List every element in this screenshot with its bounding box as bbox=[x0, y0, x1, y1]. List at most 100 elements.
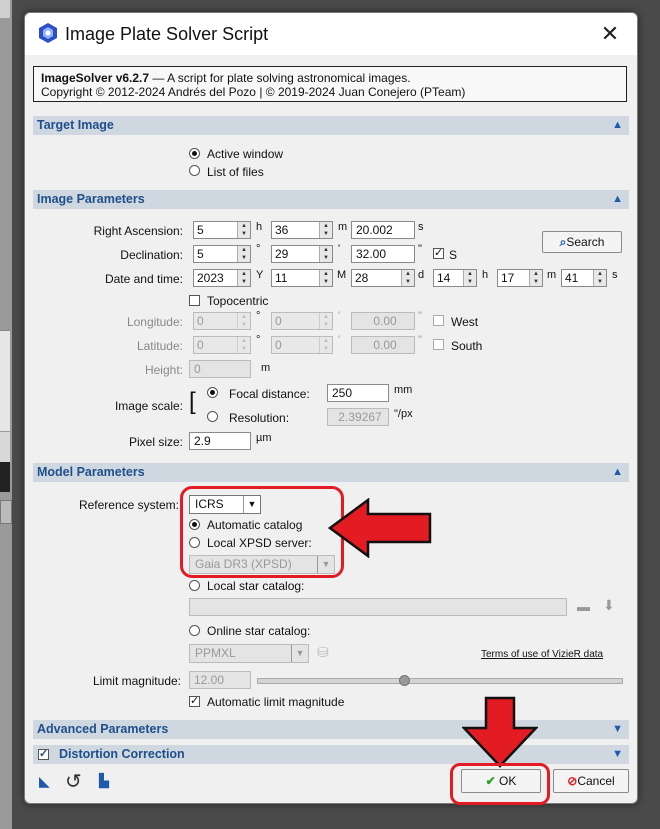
resolution-radio[interactable] bbox=[207, 411, 218, 422]
documentation-icon[interactable]: ▙ bbox=[99, 773, 109, 789]
minute-unit: m bbox=[547, 269, 557, 281]
spin-arrows-icon[interactable]: ▲ ▼ bbox=[319, 313, 332, 329]
server-icon[interactable]: ⛁ bbox=[317, 644, 329, 661]
ra-label: Right Ascension: bbox=[93, 224, 183, 238]
active-window-radio[interactable] bbox=[189, 148, 200, 159]
resolution-unit: "/px bbox=[394, 408, 413, 420]
year-unit: Y bbox=[256, 269, 264, 281]
month-unit: M bbox=[337, 269, 347, 281]
topocentric-checkbox[interactable] bbox=[189, 295, 200, 306]
dec-seconds-input[interactable]: 32.00 bbox=[351, 245, 415, 263]
section-distortion-correction[interactable]: ✓ Distortion Correction ▼ bbox=[33, 745, 629, 764]
lat-seconds-input[interactable]: 0.00 bbox=[351, 336, 415, 354]
minute-input[interactable]: 17 ▲ ▼ bbox=[497, 269, 543, 287]
spin-arrows-icon[interactable]: ▲ ▼ bbox=[463, 270, 476, 286]
limit-magnitude-label: Limit magnitude: bbox=[92, 674, 181, 688]
spin-arrows-icon[interactable]: ▲ ▼ bbox=[319, 222, 332, 238]
folder-icon[interactable]: ▬ bbox=[577, 599, 590, 614]
collapse-icon[interactable]: ▲ bbox=[612, 463, 623, 482]
limit-magnitude-slider[interactable] bbox=[257, 675, 623, 686]
ra-minutes-input[interactable]: 36 ▲ ▼ bbox=[271, 221, 333, 239]
bracket-glyph: [ bbox=[189, 388, 196, 415]
section-model-parameters[interactable]: Model Parameters ▲ bbox=[33, 463, 629, 482]
spin-arrows-icon[interactable]: ▲ ▼ bbox=[593, 270, 606, 286]
lon-seconds-input[interactable]: 0.00 bbox=[351, 312, 415, 330]
close-button[interactable]: ✕ bbox=[595, 21, 625, 47]
spin-arrows-icon[interactable]: ▲ ▼ bbox=[319, 246, 332, 262]
cancel-label: Cancel bbox=[577, 774, 615, 788]
collapse-icon[interactable]: ▲ bbox=[612, 116, 623, 135]
focal-distance-radio[interactable] bbox=[207, 387, 218, 398]
ra-seconds-input[interactable]: 20.002 bbox=[351, 221, 415, 239]
dec-degrees-input[interactable]: 5 ▲ ▼ bbox=[193, 245, 251, 263]
lat-minutes-unit: ' bbox=[338, 334, 341, 346]
spin-arrows-icon[interactable]: ▲ ▼ bbox=[529, 270, 542, 286]
spin-arrows-icon[interactable]: ▲ ▼ bbox=[237, 246, 250, 262]
vizier-terms-link[interactable]: Terms of use of VizieR data bbox=[481, 649, 603, 660]
dec-minutes-unit: ' bbox=[338, 243, 341, 255]
spin-arrows-icon[interactable]: ▲ ▼ bbox=[319, 337, 332, 353]
topocentric-label: Topocentric bbox=[207, 294, 269, 308]
list-of-files-label: List of files bbox=[207, 165, 264, 179]
local-star-catalog-path[interactable] bbox=[189, 598, 567, 616]
collapse-icon[interactable]: ▲ bbox=[612, 190, 623, 209]
ra-hours-input[interactable]: 5 ▲ ▼ bbox=[193, 221, 251, 239]
lon-minutes-input[interactable]: 0 ▲ ▼ bbox=[271, 312, 333, 330]
day-input[interactable]: 28 ▲ ▼ bbox=[351, 269, 415, 287]
online-catalog-select[interactable]: PPMXL ▼ bbox=[189, 644, 309, 663]
dec-south-checkbox[interactable]: ✓ bbox=[433, 248, 444, 259]
cancel-button[interactable]: ⊘Cancel bbox=[553, 769, 629, 793]
month-input[interactable]: 11 ▲ ▼ bbox=[271, 269, 333, 287]
focal-distance-input[interactable]: 250 bbox=[327, 384, 389, 402]
pixel-size-unit: µm bbox=[256, 432, 272, 444]
expand-icon[interactable]: ▼ bbox=[612, 745, 623, 764]
section-image-parameters[interactable]: Image Parameters ▲ bbox=[33, 190, 629, 209]
script-description: — A script for plate solving astronomica… bbox=[149, 71, 411, 85]
download-icon[interactable]: ⬇ bbox=[603, 597, 615, 614]
dec-south-label: S bbox=[449, 248, 458, 262]
height-label: Height: bbox=[144, 363, 183, 377]
spin-arrows-icon[interactable]: ▲ ▼ bbox=[319, 270, 332, 286]
section-advanced-parameters[interactable]: Advanced Parameters ▼ bbox=[33, 720, 629, 739]
background-window-strip bbox=[0, 0, 12, 829]
resolution-input[interactable]: 2.39267 bbox=[327, 408, 389, 426]
reset-icon[interactable]: ↺ bbox=[65, 769, 82, 794]
slider-handle[interactable] bbox=[398, 675, 410, 686]
south-checkbox[interactable] bbox=[433, 339, 444, 350]
local-star-catalog-label: Local star catalog: bbox=[207, 579, 305, 593]
lon-degrees-input[interactable]: 0 ▲ ▼ bbox=[193, 312, 251, 330]
lat-degrees-input[interactable]: 0 ▲ ▼ bbox=[193, 336, 251, 354]
height-input[interactable]: 0 bbox=[189, 360, 251, 378]
online-star-catalog-radio[interactable] bbox=[189, 625, 200, 636]
distortion-correction-checkbox[interactable]: ✓ bbox=[38, 749, 49, 760]
spin-arrows-icon[interactable]: ▲ ▼ bbox=[237, 222, 250, 238]
search-button[interactable]: ⌕Search bbox=[542, 231, 622, 253]
auto-limit-magnitude-checkbox[interactable]: ✓ bbox=[189, 696, 200, 707]
pixel-size-input[interactable]: 2.9 bbox=[189, 432, 251, 450]
lat-minutes-input[interactable]: 0 ▲ ▼ bbox=[271, 336, 333, 354]
dec-seconds-unit: " bbox=[418, 243, 422, 255]
dec-minutes-input[interactable]: 29 ▲ ▼ bbox=[271, 245, 333, 263]
latitude-label: Latitude: bbox=[136, 339, 183, 353]
hour-input[interactable]: 14 ▲ ▼ bbox=[433, 269, 477, 287]
script-name: ImageSolver v6.2.7 bbox=[41, 71, 150, 85]
local-star-catalog-radio[interactable] bbox=[189, 580, 200, 591]
dec-degrees-unit: ° bbox=[256, 243, 261, 255]
new-instance-icon[interactable]: ◣ bbox=[39, 773, 50, 790]
second-input[interactable]: 41 ▲ ▼ bbox=[561, 269, 607, 287]
focal-distance-label: Focal distance: bbox=[229, 387, 310, 401]
annotation-arrow-left-icon bbox=[328, 498, 432, 558]
lon-seconds-unit: " bbox=[418, 310, 422, 322]
spin-arrows-icon[interactable]: ▲ ▼ bbox=[237, 270, 250, 286]
west-checkbox[interactable] bbox=[433, 315, 444, 326]
search-label: Search bbox=[566, 235, 605, 249]
spin-arrows-icon[interactable]: ▲ ▼ bbox=[401, 270, 414, 286]
spin-arrows-icon[interactable]: ▲ ▼ bbox=[237, 313, 250, 329]
year-input[interactable]: 2023 ▲ ▼ bbox=[193, 269, 251, 287]
online-star-catalog-label: Online star catalog: bbox=[207, 624, 311, 638]
limit-magnitude-input[interactable]: 12.00 bbox=[189, 671, 251, 689]
list-of-files-radio[interactable] bbox=[189, 165, 200, 176]
section-target-image[interactable]: Target Image ▲ bbox=[33, 116, 629, 135]
spin-arrows-icon[interactable]: ▲ ▼ bbox=[237, 337, 250, 353]
expand-icon[interactable]: ▼ bbox=[612, 720, 623, 739]
